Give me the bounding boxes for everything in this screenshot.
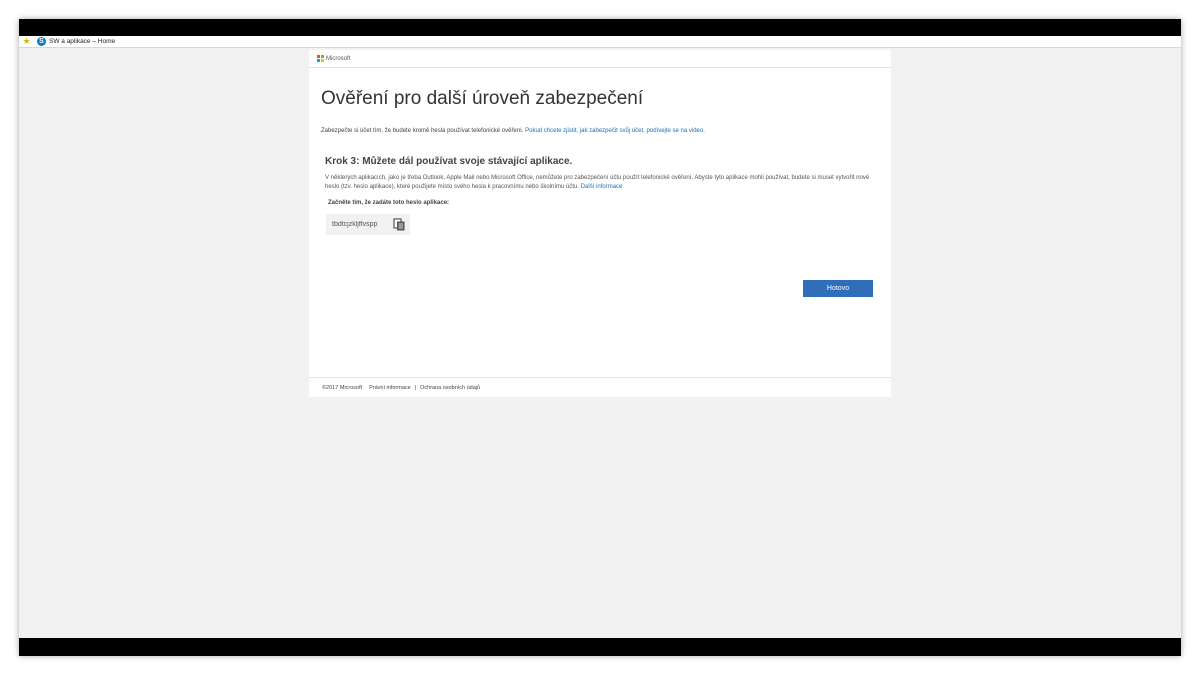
security-card: Microsoft Ověření pro další úroveň zabez… — [309, 50, 891, 397]
favorites-bar: ★ S SW a aplikace – Home — [19, 36, 1181, 48]
copy-icon[interactable] — [392, 218, 406, 232]
app-password-box: tbdtcjzkljffvspp — [326, 214, 410, 235]
step-title: Krok 3: Můžete dál používat svoje stávaj… — [325, 156, 573, 167]
page-title: Ověření pro další úroveň zabezpečení — [321, 88, 644, 109]
brand-name: Microsoft — [326, 55, 351, 62]
favorites-star-icon[interactable]: ★ — [22, 37, 31, 46]
done-button[interactable]: Hotovo — [803, 280, 873, 297]
step-description: V některých aplikacích, jako je třeba Ou… — [325, 174, 875, 192]
intro-static: Zabezpečte si účet tím, že budete kromě … — [321, 128, 526, 134]
start-label: Začněte tím, že zadáte toto heslo aplika… — [328, 200, 450, 206]
footer-separator: | — [414, 385, 417, 391]
card-footer: ©2017 Microsoft Právní informace | Ochra… — [309, 377, 891, 398]
sharepoint-icon: S — [37, 37, 46, 46]
legal-link[interactable]: Právní informace — [369, 385, 411, 391]
card-header: Microsoft — [309, 50, 891, 68]
privacy-link[interactable]: Ochrana osobních údajů — [420, 385, 480, 391]
screen-frame: ★ S SW a aplikace – Home Microsoft Ověře… — [19, 19, 1181, 656]
favorite-link[interactable]: SW a aplikace – Home — [49, 38, 115, 45]
more-info-link[interactable]: Další informace — [581, 184, 623, 190]
microsoft-logo-icon — [317, 55, 324, 62]
copyright-text: ©2017 Microsoft — [322, 385, 363, 391]
browser-viewport: Microsoft Ověření pro další úroveň zabez… — [19, 48, 1181, 638]
video-link[interactable]: Pokud chcete zjistit, jak zabezpečit svů… — [525, 128, 705, 134]
app-password-value[interactable]: tbdtcjzkljffvspp — [332, 221, 387, 228]
intro-text: Zabezpečte si účet tím, že budete kromě … — [321, 128, 705, 134]
